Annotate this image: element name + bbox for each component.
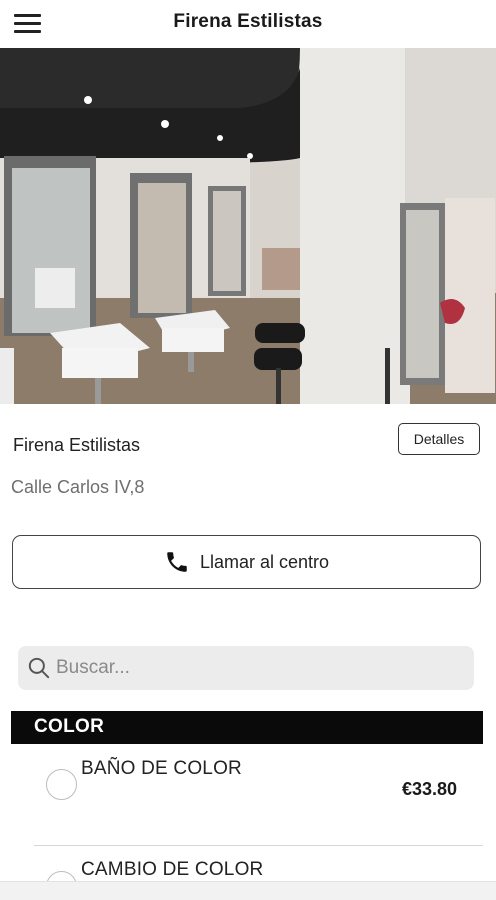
- bottom-bar: [0, 881, 496, 900]
- salon-photo: [0, 48, 496, 404]
- salon-address: Calle Carlos IV,8: [11, 477, 145, 497]
- page-title: Firena Estilistas: [173, 11, 323, 32]
- service-name: BAÑO DE COLOR: [81, 758, 242, 779]
- salon-name: Firena Estilistas: [13, 435, 141, 455]
- service-select-radio[interactable]: [46, 871, 77, 881]
- call-center-button[interactable]: Llamar al centro: [12, 535, 481, 589]
- service-select-radio[interactable]: [46, 769, 77, 800]
- call-center-label: Llamar al centro: [199, 551, 330, 572]
- divider: [34, 845, 483, 846]
- category-header: COLOR: [11, 711, 483, 744]
- service-name: CAMBIO DE COLOR: [81, 859, 264, 880]
- search-icon: [26, 655, 52, 681]
- service-price: €33.80: [401, 779, 457, 799]
- search-input[interactable]: [56, 657, 456, 679]
- service-item[interactable]: BAÑO DE COLOR €33.80: [11, 752, 483, 842]
- app-bar: Firena Estilistas: [0, 0, 496, 46]
- details-button[interactable]: Detalles: [398, 423, 480, 455]
- phone-icon: [164, 549, 190, 575]
- service-item[interactable]: CAMBIO DE COLOR: [11, 855, 483, 881]
- search-bar: [18, 646, 474, 690]
- category-label: COLOR: [34, 716, 105, 737]
